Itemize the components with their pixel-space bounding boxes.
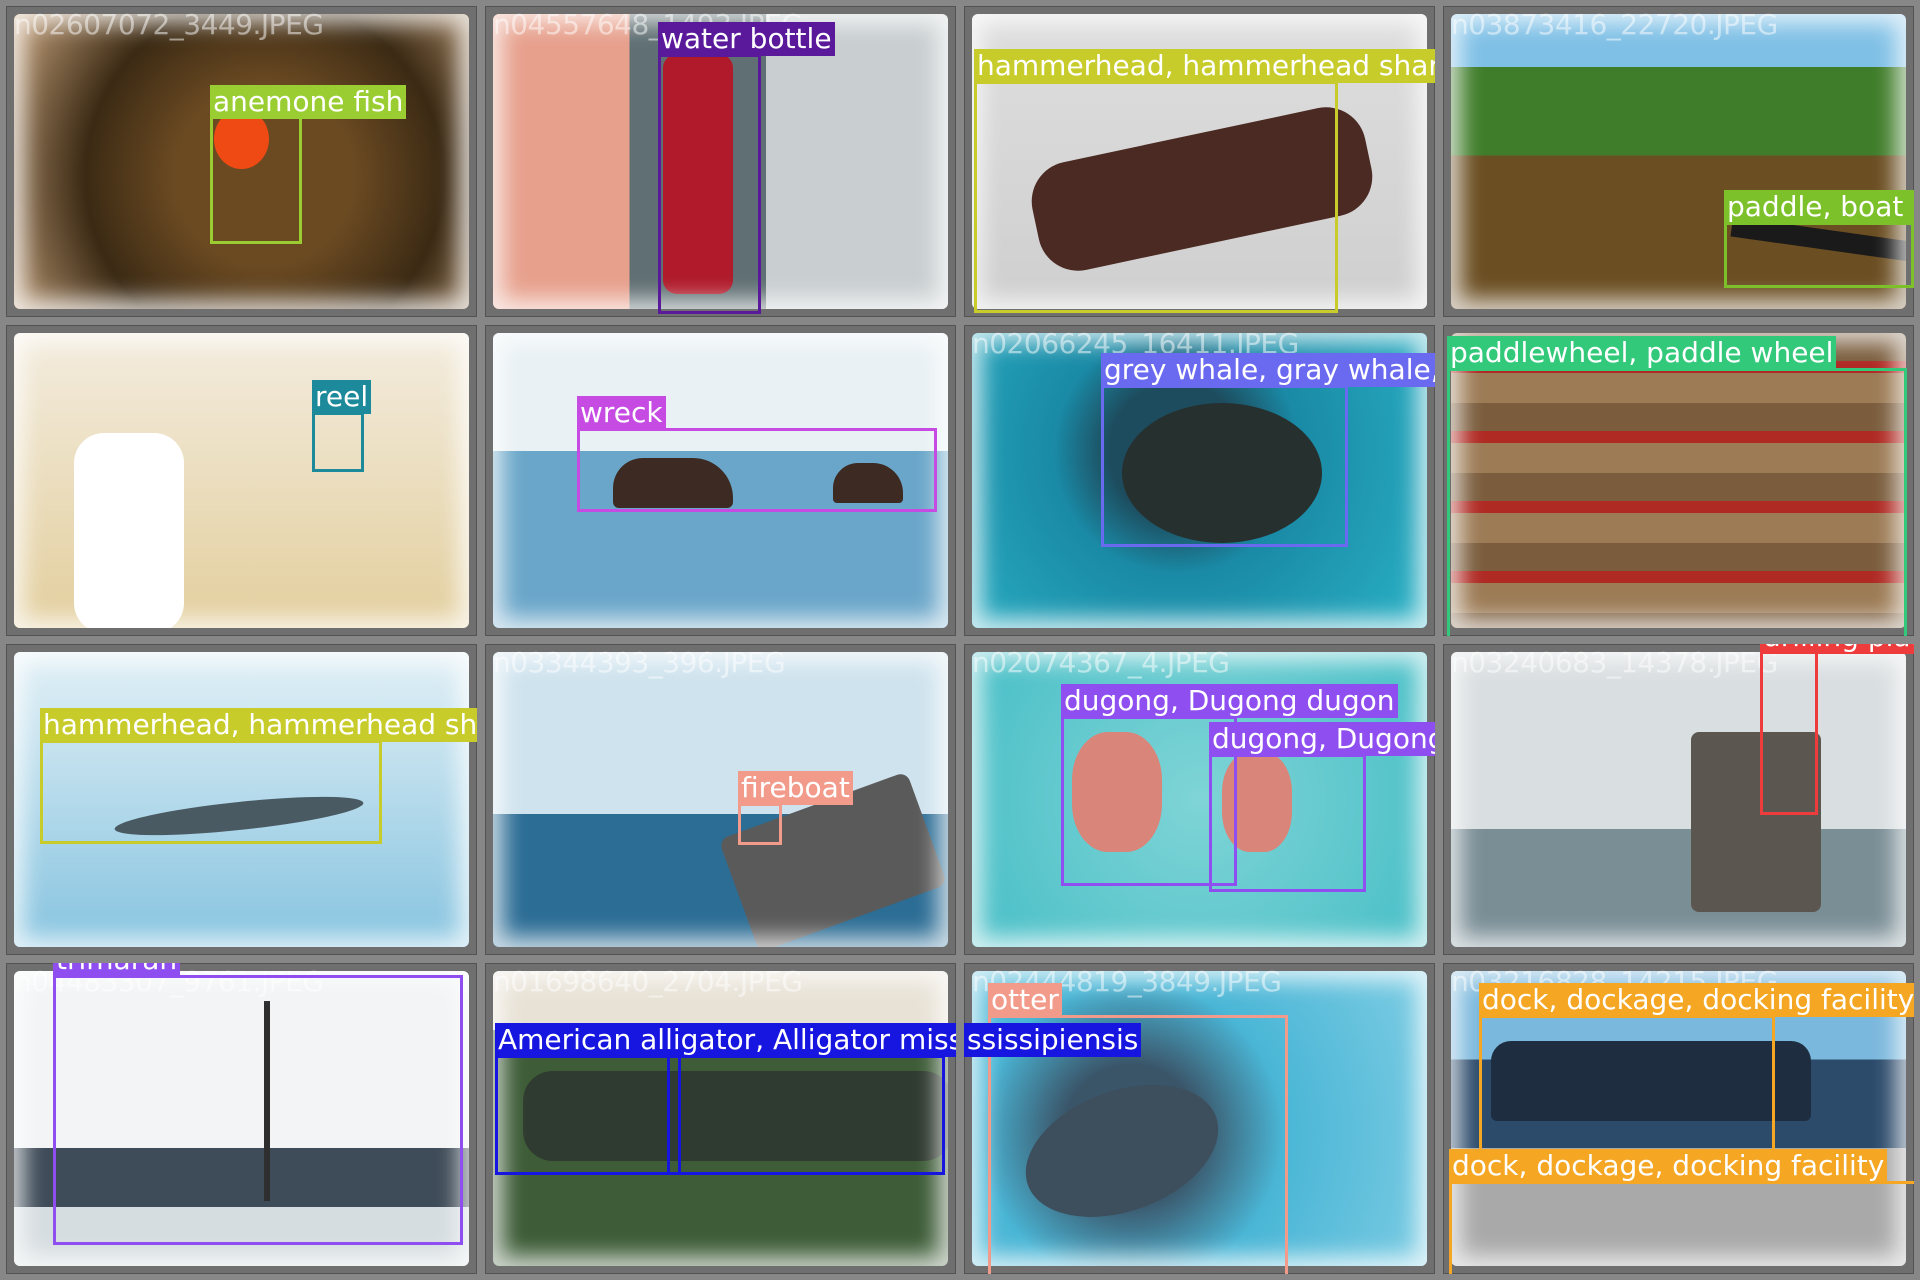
tile-paddle: n03873416_22720.JPEG paddle, boat p: [1443, 6, 1914, 317]
box-label: fireboat: [738, 771, 853, 805]
tile-anemone-fish: n02607072_3449.JPEG anemone fish: [6, 6, 477, 317]
bounding-box: [667, 1055, 945, 1175]
box-label: dugong, Dugong dugon: [1209, 722, 1435, 756]
file-name: n01698640_2704.JPEG: [493, 965, 803, 998]
tile-fireboat: n03344393_396.JPEG fireboat: [485, 644, 956, 955]
tile-grey-whale: n02066245_16411.JPEG grey whale, gray wh…: [964, 325, 1435, 636]
tile-paddlewheel: paddlewheel, paddle wheel: [1443, 325, 1914, 636]
bounding-box: [210, 111, 302, 244]
box-label: anemone fish: [210, 85, 407, 119]
photo: [1451, 652, 1906, 947]
file-name: n03240683_14378.JPEG: [1451, 646, 1778, 679]
tile-dugong: n02074367_4.JPEG dugong, Dugong dugon du…: [964, 644, 1435, 955]
box-label: paddle, boat p: [1724, 190, 1914, 224]
box-label: dugong, Dugong dugon: [1061, 684, 1398, 718]
bounding-box: [1447, 368, 1907, 636]
bounding-box: [1209, 754, 1366, 892]
child-shape: [74, 433, 184, 628]
bounding-box: [974, 81, 1338, 313]
bounding-box: [495, 1055, 681, 1175]
bounding-box: [738, 803, 782, 845]
box-label: ssissipiensis: [964, 1023, 1142, 1057]
bounding-box: [1101, 385, 1348, 547]
box-label: reel: [312, 380, 372, 414]
tile-otter: n02444819_3849.JPEG ssissipiensis otter: [964, 963, 1435, 1274]
bounding-box: [53, 975, 463, 1245]
box-label: dock, dockage, docking facility: [1479, 983, 1914, 1017]
box-label: grey whale, gray whale, devilfish, Eschr…: [1101, 353, 1435, 387]
image-grid: n02607072_3449.JPEG anemone fish n045576…: [0, 0, 1920, 1280]
box-label: hammerhead, hammerhead shark: [974, 49, 1435, 83]
box-label: hammerhead, hammerhead shark: [40, 708, 477, 742]
tile-hammerhead-2: hammerhead, hammerhead shark: [6, 644, 477, 955]
photo: [14, 333, 469, 628]
bounding-box: [1724, 222, 1914, 288]
file-name: n03873416_22720.JPEG: [1451, 8, 1778, 41]
box-label: drilling platf: [1760, 644, 1914, 654]
file-name: n02607072_3449.JPEG: [14, 8, 324, 41]
file-name: n03344393_396.JPEG: [493, 646, 786, 679]
bounding-box: [1760, 650, 1818, 815]
box-label: water bottle: [658, 22, 835, 56]
box-label: trimaran: [53, 963, 181, 977]
bounding-box: [312, 412, 364, 472]
box-label: otter: [988, 983, 1062, 1017]
tile-water-bottle: n04557648_1493.JPEG water bottle: [485, 6, 956, 317]
box-label: wreck: [577, 396, 666, 430]
box-label: dock, dockage, docking facility: [1449, 1149, 1888, 1183]
tile-hammerhead-1: hammerhead, hammerhead shark: [964, 6, 1435, 317]
bounding-box: [658, 54, 761, 314]
bounding-box: [40, 740, 382, 844]
tile-alligator: n01698640_2704.JPEG American alligator, …: [485, 963, 956, 1274]
file-name: n02074367_4.JPEG: [972, 646, 1230, 679]
tile-drilling-platform: n03240683_14378.JPEG drilling platf: [1443, 644, 1914, 955]
tile-reel: reel: [6, 325, 477, 636]
box-label: paddlewheel, paddle wheel: [1447, 336, 1837, 370]
box-label: American alligator, Alligator mississipi…: [495, 1023, 956, 1057]
tile-wreck: wreck: [485, 325, 956, 636]
tile-trimaran: n04483307_9761.JPEG trimaran: [6, 963, 477, 1274]
photo: [493, 652, 948, 947]
tile-dock: n03216828_14215.JPEG dock, dockage, dock…: [1443, 963, 1914, 1274]
bounding-box: [577, 428, 937, 512]
bounding-box: [1449, 1181, 1914, 1274]
